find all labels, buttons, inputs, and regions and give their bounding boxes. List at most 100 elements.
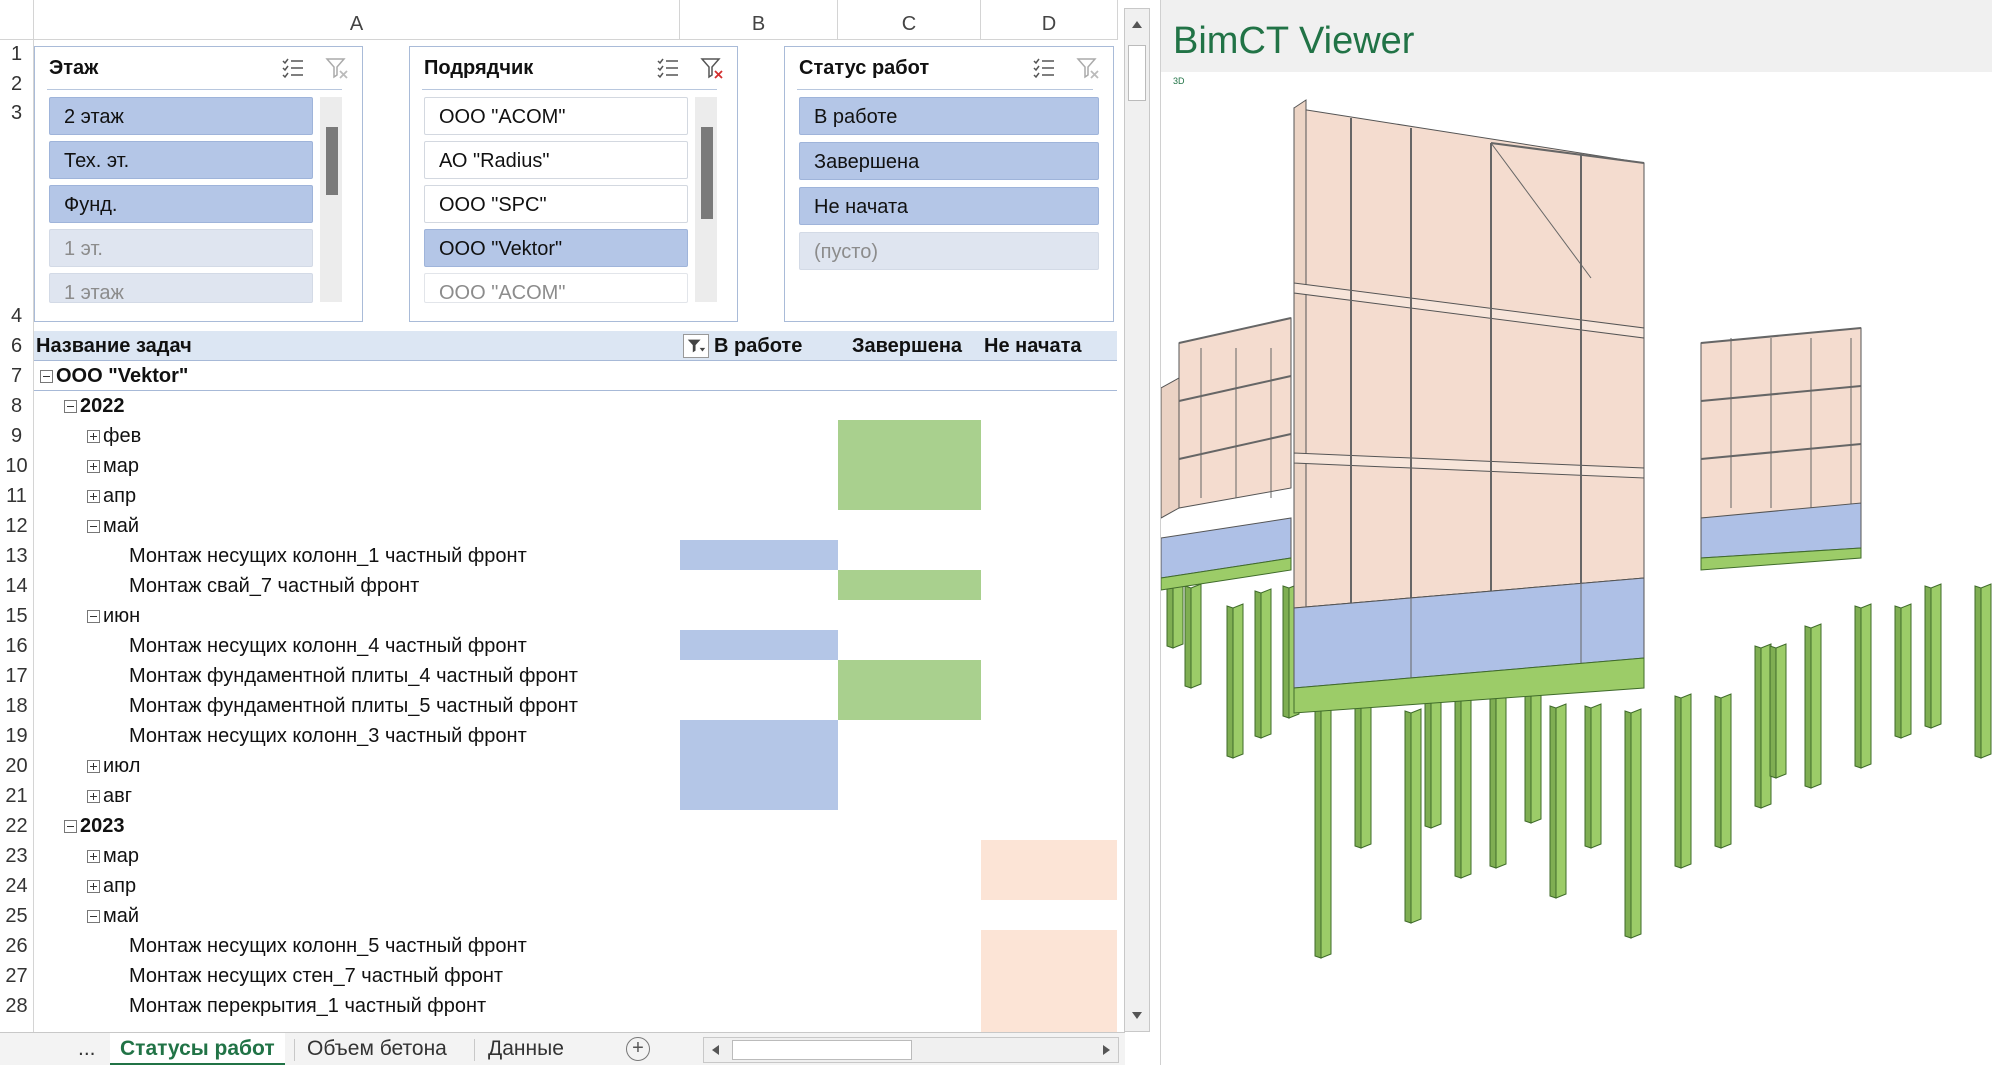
row-header[interactable]: 19 bbox=[0, 725, 33, 748]
triangle-up-icon[interactable] bbox=[1129, 17, 1145, 33]
tab-concrete[interactable]: Объем бетона bbox=[297, 1033, 457, 1065]
pivot-row-year-2023[interactable]: 2023 bbox=[64, 811, 125, 841]
collapse-toggle-icon[interactable] bbox=[64, 400, 77, 413]
column-header-b[interactable]: B bbox=[680, 0, 838, 40]
row-header[interactable]: 14 bbox=[0, 575, 33, 598]
slicer-item-1-floor[interactable]: 1 этаж bbox=[49, 273, 313, 303]
slicer-contractor-scroll-thumb[interactable] bbox=[701, 127, 713, 219]
pivot-row-task[interactable]: Монтаж фундаментной плиты_5 частный фрон… bbox=[129, 691, 578, 721]
row-header[interactable]: 24 bbox=[0, 875, 33, 898]
collapse-toggle-icon[interactable] bbox=[40, 370, 53, 383]
horizontal-scroll-thumb[interactable] bbox=[732, 1040, 912, 1060]
building-3d-model[interactable] bbox=[1161, 88, 1992, 1065]
expand-toggle-icon[interactable] bbox=[87, 460, 100, 473]
row-header[interactable]: 20 bbox=[0, 755, 33, 778]
slicer-item-empty[interactable]: (пусто) bbox=[799, 232, 1099, 270]
column-header-c[interactable]: C bbox=[838, 0, 981, 40]
slicer-item-acom[interactable]: ООО "ACOM" bbox=[424, 97, 688, 135]
slicer-item-radius[interactable]: АО "Radius" bbox=[424, 141, 688, 179]
collapse-toggle-icon[interactable] bbox=[87, 520, 100, 533]
row-header[interactable]: 17 bbox=[0, 665, 33, 688]
collapse-toggle-icon[interactable] bbox=[64, 820, 77, 833]
pivot-row-task[interactable]: Монтаж несущих колонн_5 частный фронт bbox=[129, 931, 527, 961]
pivot-row-month[interactable]: июл bbox=[87, 751, 140, 781]
slicer-contractor-scrollbar[interactable] bbox=[695, 97, 717, 302]
row-header[interactable]: 13 bbox=[0, 545, 33, 568]
collapse-toggle-icon[interactable] bbox=[87, 610, 100, 623]
select-all-corner[interactable] bbox=[0, 0, 34, 40]
pivot-row-task[interactable]: Монтаж несущих колонн_3 частный фронт bbox=[129, 721, 527, 751]
row-header[interactable]: 12 bbox=[0, 515, 33, 538]
pivot-row-year-2022[interactable]: 2022 bbox=[64, 391, 125, 421]
row-header[interactable]: 6 bbox=[0, 335, 33, 358]
multi-select-icon[interactable] bbox=[655, 55, 681, 81]
expand-toggle-icon[interactable] bbox=[87, 490, 100, 503]
tab-status[interactable]: Статусы работ bbox=[110, 1033, 285, 1065]
plus-circle-icon[interactable]: + bbox=[626, 1037, 650, 1061]
pivot-row-month[interactable]: июн bbox=[87, 601, 140, 631]
pivot-row-month[interactable]: май bbox=[87, 901, 139, 931]
row-header[interactable]: 9 bbox=[0, 425, 33, 448]
column-header-d[interactable]: D bbox=[981, 0, 1118, 40]
triangle-down-icon[interactable] bbox=[1129, 1007, 1145, 1023]
row-header[interactable]: 27 bbox=[0, 965, 33, 988]
row-header[interactable]: 18 bbox=[0, 695, 33, 718]
slicer-item-in-progress[interactable]: В работе bbox=[799, 97, 1099, 135]
pivot-row-task[interactable]: Монтаж свай_7 частный фронт bbox=[129, 571, 419, 601]
row-header[interactable]: 3 bbox=[0, 102, 33, 125]
pivot-row-task[interactable]: Монтаж несущих колонн_1 частный фронт bbox=[129, 541, 527, 571]
slicer-floor-scrollbar[interactable] bbox=[320, 97, 342, 302]
row-header[interactable]: 25 bbox=[0, 905, 33, 928]
tab-data[interactable]: Данные bbox=[478, 1033, 574, 1065]
expand-toggle-icon[interactable] bbox=[87, 430, 100, 443]
expand-toggle-icon[interactable] bbox=[87, 880, 100, 893]
slicer-item-completed[interactable]: Завершена bbox=[799, 142, 1099, 180]
pivot-row-month[interactable]: фев bbox=[87, 421, 141, 451]
slicer-item-spc[interactable]: ООО "SPC" bbox=[424, 185, 688, 223]
pivot-row-month[interactable]: авг bbox=[87, 781, 132, 811]
slicer-item-foundation[interactable]: Фунд. bbox=[49, 185, 313, 223]
row-header[interactable]: 2 bbox=[0, 73, 33, 96]
slicer-item-tech-floor[interactable]: Тех. эт. bbox=[49, 141, 313, 179]
pivot-row-task[interactable]: Монтаж фундаментной плиты_4 частный фрон… bbox=[129, 661, 578, 691]
slicer-item-acom-2[interactable]: ООО "ACOM" bbox=[424, 273, 688, 303]
row-header[interactable]: 7 bbox=[0, 365, 33, 388]
clear-filter-icon[interactable] bbox=[699, 55, 725, 81]
pivot-row-task[interactable]: Монтаж перекрытия_1 частный фронт bbox=[129, 991, 486, 1021]
row-header[interactable]: 26 bbox=[0, 935, 33, 958]
clear-filter-icon[interactable] bbox=[324, 55, 350, 81]
pivot-row-task[interactable]: Монтаж несущих колонн_4 частный фронт bbox=[129, 631, 527, 661]
slicer-floor-scroll-thumb[interactable] bbox=[326, 127, 338, 195]
multi-select-icon[interactable] bbox=[280, 55, 306, 81]
pivot-row-month[interactable]: мар bbox=[87, 841, 139, 871]
row-header[interactable]: 15 bbox=[0, 605, 33, 628]
pivot-row-month[interactable]: мар bbox=[87, 451, 139, 481]
column-header-a[interactable]: A bbox=[34, 0, 680, 40]
expand-toggle-icon[interactable] bbox=[87, 850, 100, 863]
slicer-item-not-started[interactable]: Не начата bbox=[799, 187, 1099, 225]
pivot-row-month[interactable]: апр bbox=[87, 481, 136, 511]
triangle-left-icon[interactable] bbox=[709, 1043, 723, 1057]
row-header[interactable]: 22 bbox=[0, 815, 33, 838]
vertical-scroll-thumb[interactable] bbox=[1128, 45, 1146, 101]
row-header[interactable]: 21 bbox=[0, 785, 33, 808]
pivot-row-task[interactable]: Монтаж несущих стен_7 частный фронт bbox=[129, 961, 503, 991]
pivot-row-month[interactable]: апр bbox=[87, 871, 136, 901]
slicer-item-2-floor[interactable]: 2 этаж bbox=[49, 97, 313, 135]
tab-more[interactable]: ... bbox=[68, 1033, 106, 1065]
expand-toggle-icon[interactable] bbox=[87, 790, 100, 803]
slicer-item-1-et[interactable]: 1 эт. bbox=[49, 229, 313, 267]
row-header[interactable]: 10 bbox=[0, 455, 33, 478]
row-header[interactable]: 28 bbox=[0, 995, 33, 1018]
triangle-right-icon[interactable] bbox=[1099, 1043, 1113, 1057]
expand-toggle-icon[interactable] bbox=[87, 760, 100, 773]
pivot-filter-button[interactable] bbox=[683, 334, 709, 358]
pivot-row-contractor[interactable]: ООО "Vektor" bbox=[40, 361, 188, 391]
row-header[interactable]: 4 bbox=[0, 305, 33, 328]
row-header[interactable]: 16 bbox=[0, 635, 33, 658]
horizontal-scrollbar[interactable] bbox=[703, 1037, 1119, 1063]
collapse-toggle-icon[interactable] bbox=[87, 910, 100, 923]
row-header[interactable]: 11 bbox=[0, 485, 33, 508]
row-header[interactable]: 1 bbox=[0, 43, 33, 66]
multi-select-icon[interactable] bbox=[1031, 55, 1057, 81]
